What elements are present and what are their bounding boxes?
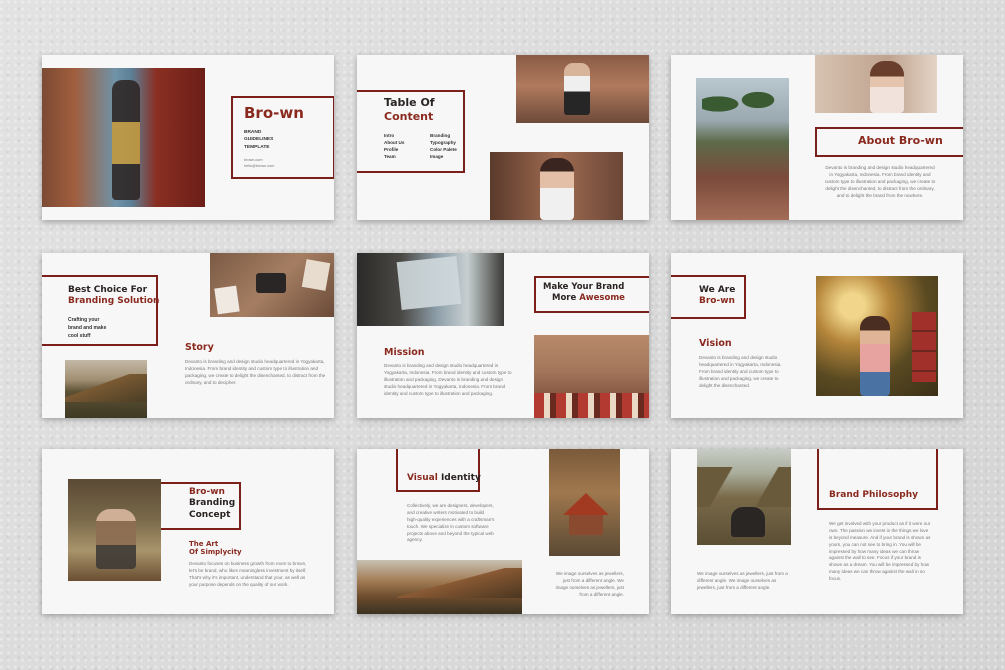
vision-body: Devanto is branding and design studio he… [699,355,782,388]
mission-photo-map [357,253,504,326]
philosophy-title: Brand Philosophy [829,490,918,500]
luggage-stack [912,312,936,382]
mission-photo-rooftop [534,335,649,418]
mission-title-accent: Awesome [579,293,625,303]
toc-item: Branding [430,133,451,138]
camera-object [256,273,286,293]
toc-item: Typography [430,140,456,146]
story-title-line1: Best Choice For [68,285,148,295]
about-body: Devanto is branding and design studio he… [824,165,936,198]
story-title-line2: Branding Solution [68,296,160,306]
identity-title-accent: Visual [407,473,441,483]
cover-photo [42,68,205,207]
slide-branding-concept: Bro-wn Branding Concept The Art Of Simpl… [42,449,334,614]
slide-brand-philosophy: Brand Philosophy We get involved with yo… [671,449,963,614]
cover-email: hello@brown.com [244,163,275,168]
slide-visual-identity: Visual Identity Collectively, we are des… [357,449,649,614]
cabin-wall [569,515,603,535]
about-photo-woman-phone [815,55,937,113]
palm-trees [702,88,782,128]
about-photo-street [696,78,789,220]
identity-photo-cabin [549,449,620,556]
valley-slopes [697,467,791,507]
vision-heading: Vision [699,338,732,349]
about-title-prefix: About [858,134,899,147]
drinking-figure [540,158,574,220]
canyon-ridge [397,568,522,598]
identity-body: Collectively, we are designers, develope… [407,503,495,543]
cover-title: Bro-wn [244,104,304,122]
cover-subtitle-line: GUIDELINES [244,137,274,143]
photo-print [214,285,240,315]
mission-heading: Mission [384,347,425,358]
mountain-ridge [65,374,147,402]
model-figure [112,80,140,200]
toc-photo-drinking-woman [490,152,623,220]
toc-col2: Branding Typography Color Palete Image [430,132,457,160]
toc-item: Team [384,154,396,160]
toc-item: Image [430,154,444,160]
slide-story: Best Choice For Branding Solution Crafti… [42,253,334,418]
philosophy-photo-valley [697,449,791,545]
map-paper [396,255,462,311]
slide-table-of-content: Table Of Content Intro About Us Profile … [357,55,649,220]
story-tagline: Crafting your brand and make cool stuff [68,317,107,339]
mission-title-plain: More [552,293,580,303]
happy-woman-figure [860,316,890,396]
concept-title-line2: Branding [189,498,236,509]
cover-subtitle-line: TEMPLATE [244,144,270,150]
cabin-roof [563,493,609,515]
slide-mission: Make Your Brand More Awesome Mission Dev… [357,253,649,418]
concept-title-line3: Concept [189,509,231,520]
toc-item: Color Palete [430,147,457,153]
toc-item: Intro [384,133,395,138]
philosophy-title-frame [817,449,938,510]
seated-couple [731,507,765,537]
concept-subheading-line1: The Art [189,540,219,548]
slide-cover: Bro-wn BRAND GUIDELINES TEMPLATE brown.c… [42,55,334,220]
mission-body: Devanto is branding and design studio he… [384,363,512,396]
about-title-brand: Bro-wn [898,134,943,147]
toc-item: Profile [384,147,399,153]
philosophy-caption: We image ourselves as jewellers, just fr… [697,571,788,590]
concept-title: Bro-wn Branding Concept [189,487,235,521]
family-figures [96,509,136,569]
toc-title-line2: Content [384,110,434,123]
identity-caption: We image ourselves as jewellers, just fr… [555,571,624,597]
identity-title: Visual Identity [407,473,481,483]
identity-title-frame [396,449,480,492]
slide-about: About Bro-wn Devanto is branding and des… [671,55,963,220]
rooftop-cushions [534,393,649,418]
concept-subheading-line2: Of Simplycity [189,548,242,557]
concept-body: Devanto focuses on business growth from … [189,561,307,587]
concept-title-line1: Bro-wn [189,487,225,497]
vision-title-line2: Bro-wn [699,296,735,306]
about-title: About Bro-wn [858,134,943,148]
identity-title-plain: Identity [440,473,481,483]
cover-subtitle-line: BRAND [244,130,262,135]
story-body: Devanto is branding and design studio he… [185,359,326,385]
mission-title-line2: More Awesome [552,293,625,304]
toc-title-line1: Table Of [384,96,435,109]
toc-item: About Us [384,140,405,146]
cover-subtitle: BRAND GUIDELINES TEMPLATE [244,129,273,151]
concept-photo-family [68,479,161,581]
sitting-figure [564,63,590,115]
phone-woman-figure [870,61,904,113]
toc-col1: Intro About Us Profile Team [384,132,404,160]
cover-contact: brown.com hello@brown.com [244,158,274,169]
photo-print [301,259,331,291]
story-photo-mountain [65,360,147,418]
mission-title-line1: Make Your Brand [543,282,625,292]
toc-photo-sitting-woman [516,55,649,123]
concept-subheading: The Art Of Simplycity [189,540,242,556]
slide-vision: We Are Bro-wn Vision Devanto is branding… [671,253,963,418]
story-photo-camera [210,253,334,317]
vision-photo-happy-woman [816,276,938,396]
philosophy-body: We get involved with your product as if … [829,521,931,582]
story-heading: Story [185,342,214,353]
identity-photo-canyon [357,560,522,614]
vision-title-line1: We Are [699,285,736,295]
